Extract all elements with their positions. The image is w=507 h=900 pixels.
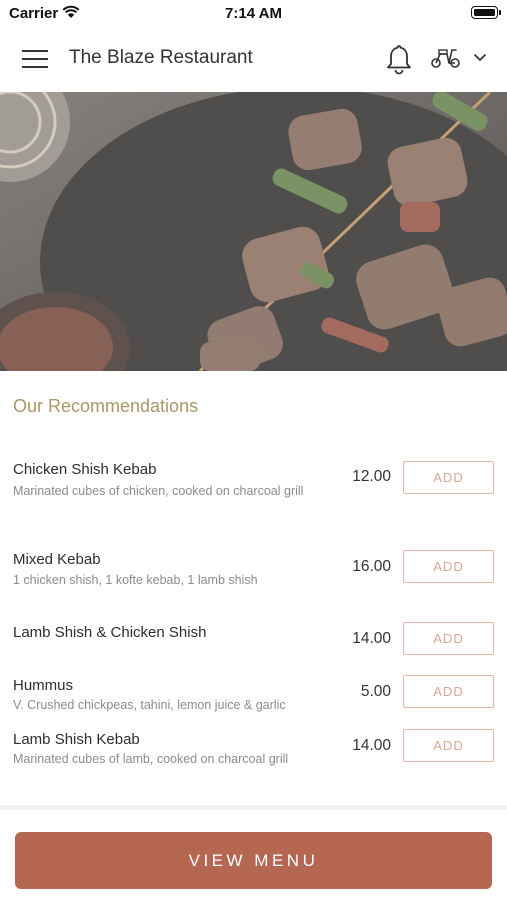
item-description: V. Crushed chickpeas, tahini, lemon juic… bbox=[13, 698, 286, 712]
item-price: 14.00 bbox=[352, 737, 391, 754]
item-name: Lamb Shish Kebab bbox=[13, 731, 140, 748]
view-menu-button[interactable]: VIEW MENU bbox=[15, 832, 492, 889]
chevron-down-icon[interactable] bbox=[473, 53, 487, 63]
item-description: Marinated cubes of chicken, cooked on ch… bbox=[13, 484, 304, 498]
footer-divider bbox=[0, 805, 507, 810]
hero-image bbox=[0, 92, 507, 371]
item-name: Mixed Kebab bbox=[13, 551, 101, 568]
add-button[interactable]: ADD bbox=[403, 461, 494, 494]
item-description: 1 chicken shish, 1 kofte kebab, 1 lamb s… bbox=[13, 573, 258, 587]
add-button[interactable]: ADD bbox=[403, 550, 494, 583]
add-button[interactable]: ADD bbox=[403, 622, 494, 655]
item-name: Hummus bbox=[13, 677, 74, 694]
menu-icon[interactable] bbox=[22, 48, 48, 70]
status-bar: Carrier 7:14 AM bbox=[0, 0, 507, 26]
item-price: 5.00 bbox=[360, 683, 391, 700]
item-name: Lamb Shish & Chicken Shish bbox=[13, 624, 207, 641]
item-description: Marinated cubes of lamb, cooked on charc… bbox=[13, 752, 289, 766]
add-button[interactable]: ADD bbox=[403, 675, 494, 708]
recommendations-title: Our Recommendations bbox=[13, 396, 199, 416]
item-price: 16.00 bbox=[352, 558, 391, 575]
battery-icon bbox=[471, 6, 498, 19]
battery-tip bbox=[499, 10, 501, 15]
item-price: 14.00 bbox=[352, 630, 391, 647]
item-price: 12.00 bbox=[352, 468, 391, 485]
clock: 7:14 AM bbox=[225, 5, 282, 22]
bell-icon[interactable] bbox=[385, 43, 413, 75]
app-title: The Blaze Restaurant bbox=[69, 47, 253, 68]
item-name: Chicken Shish Kebab bbox=[13, 461, 157, 478]
scooter-icon[interactable] bbox=[430, 46, 462, 70]
app-header: The Blaze Restaurant bbox=[0, 26, 507, 92]
add-button[interactable]: ADD bbox=[403, 729, 494, 762]
